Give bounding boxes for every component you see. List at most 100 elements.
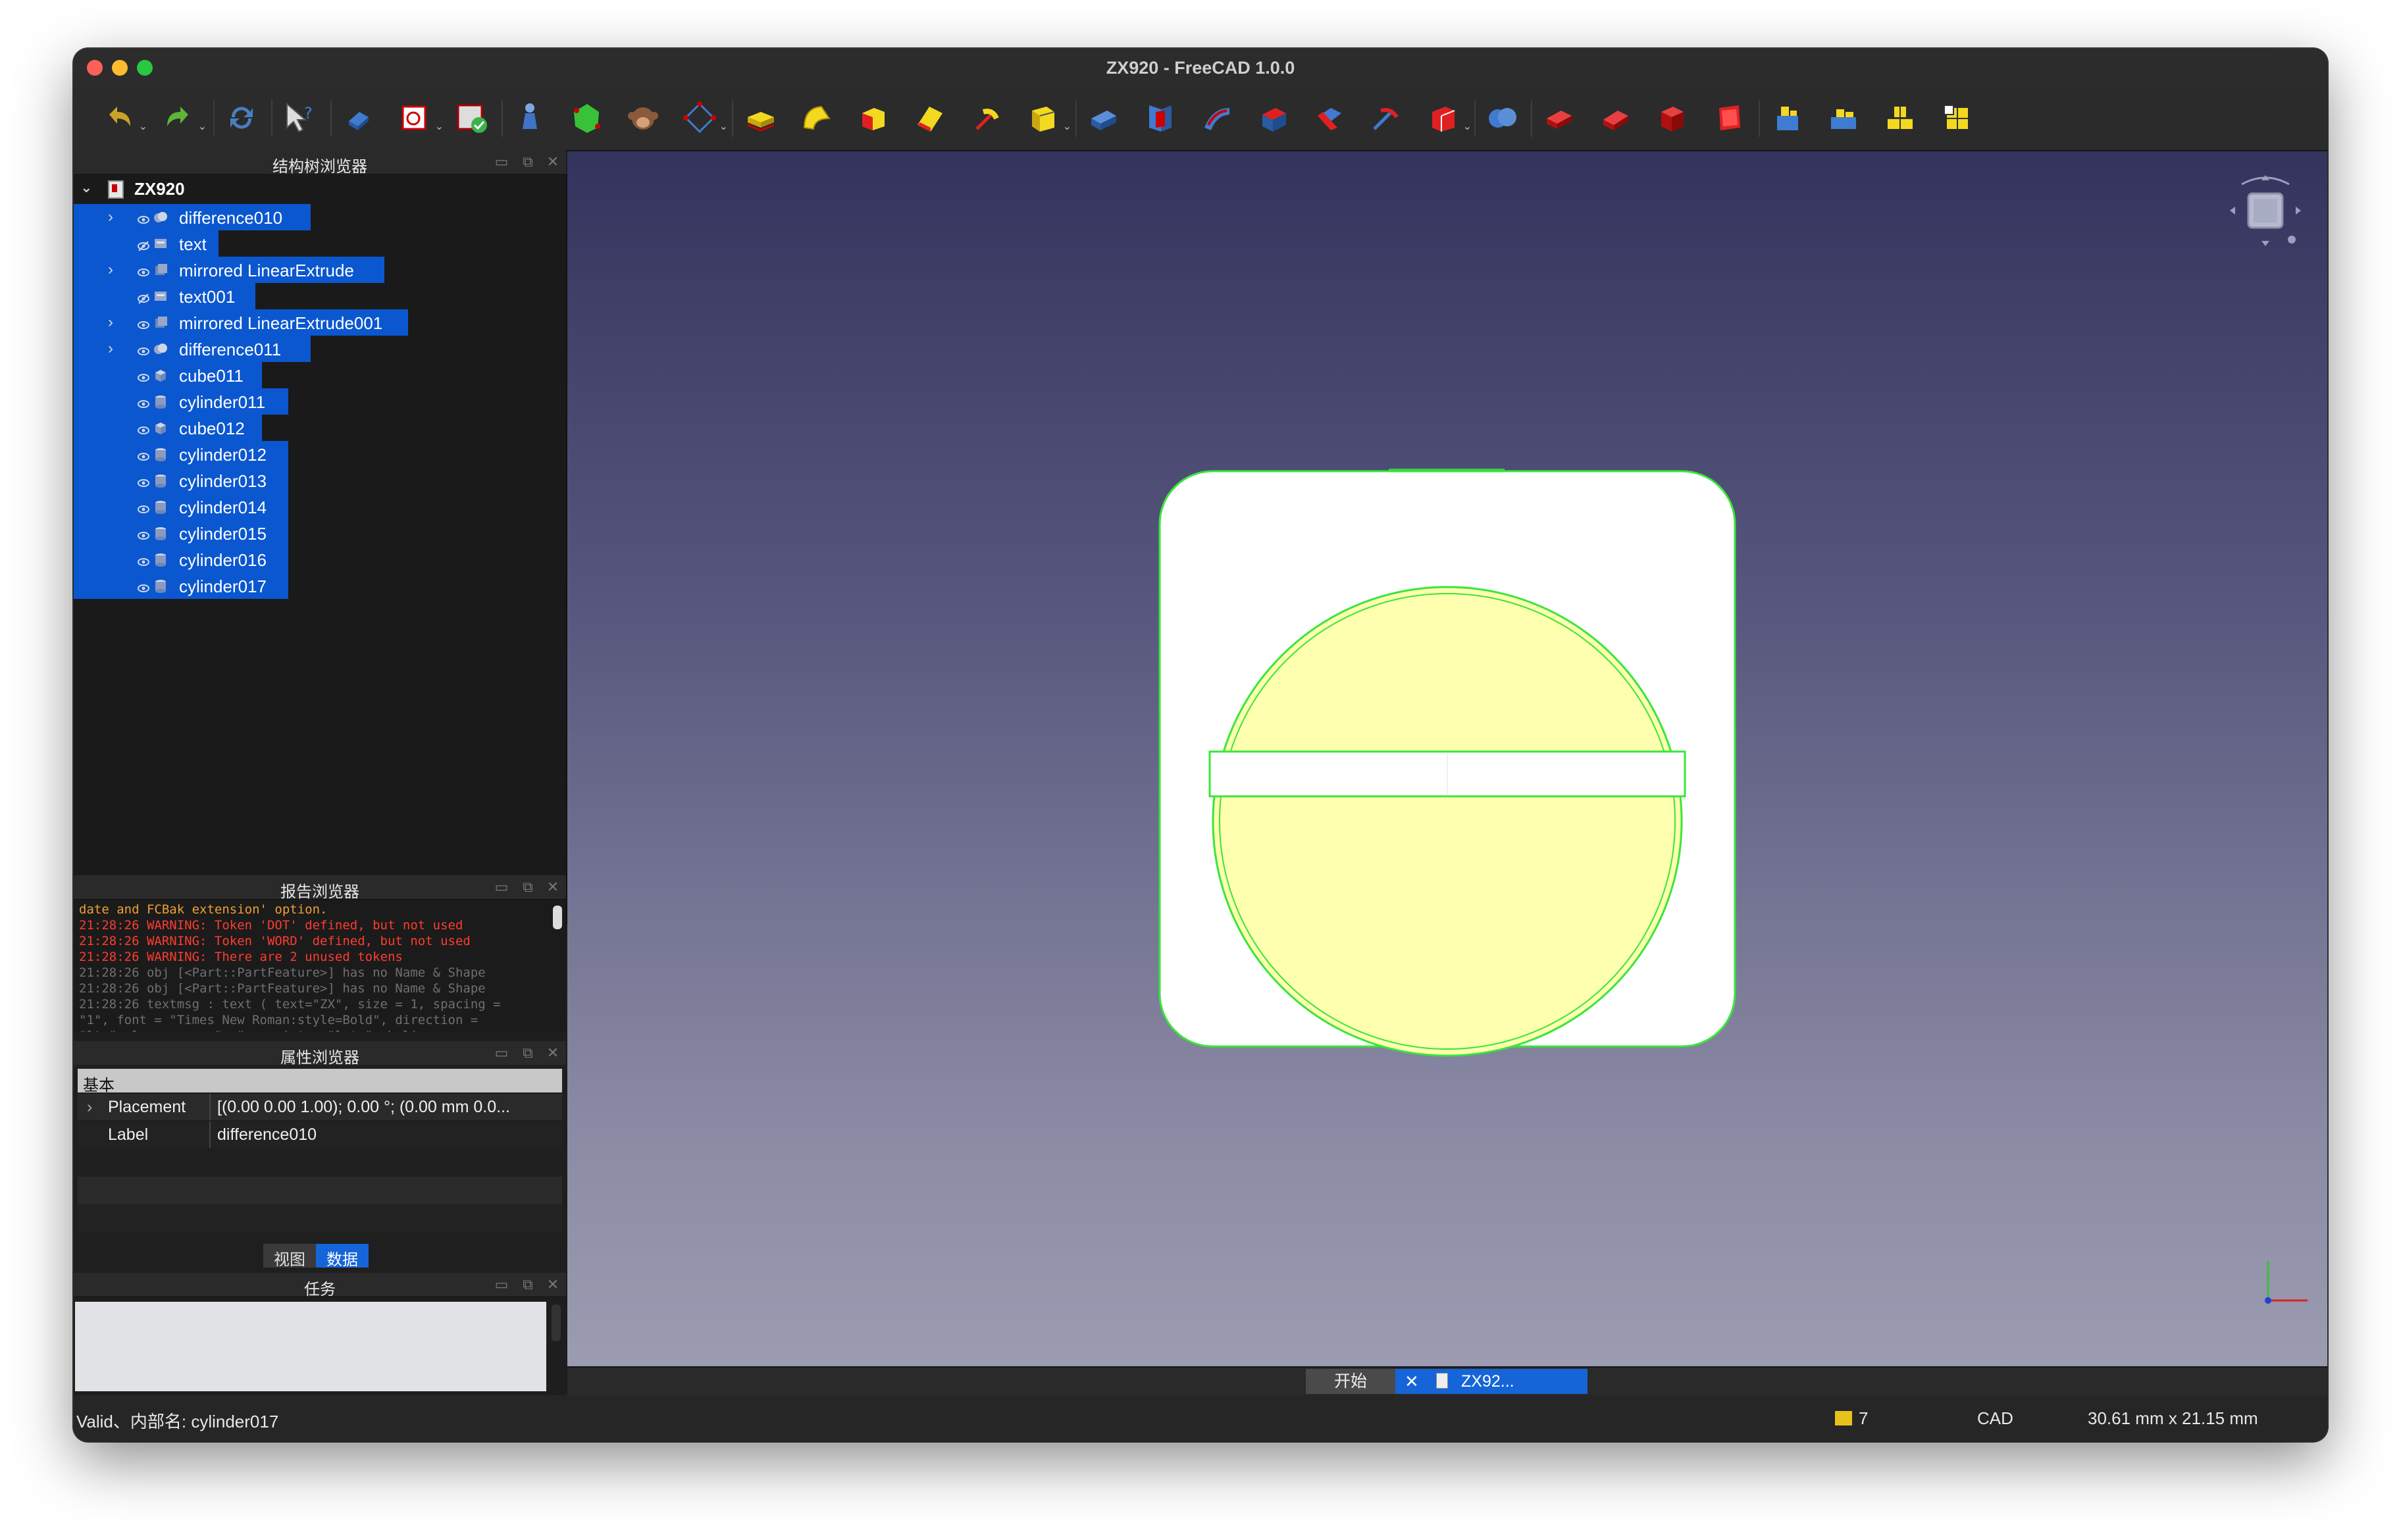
tree-item[interactable]: cube012: [74, 415, 566, 441]
tab-zx920[interactable]: ✕ ZX92...: [1395, 1369, 1588, 1394]
task-scrollbar[interactable]: [552, 1304, 561, 1341]
report-scrollbar[interactable]: [553, 906, 562, 929]
navigation-style[interactable]: CAD: [1977, 1408, 2013, 1429]
visibility-eye-icon[interactable]: [137, 553, 150, 566]
property-row-label[interactable]: Label difference010: [78, 1121, 562, 1148]
shape-builder-icon[interactable]: [567, 99, 606, 137]
expand-chevron-icon[interactable]: ›: [108, 340, 113, 358]
property-value[interactable]: [(0.00 0.00 1.00); 0.00 °; (0.00 mm 0.0.…: [217, 1098, 510, 1117]
make-face-icon[interactable]: ⌄: [1024, 99, 1071, 137]
cross-sections-icon[interactable]: [1311, 99, 1349, 137]
monkey-icon[interactable]: [624, 99, 662, 137]
panel-close-icon[interactable]: ✕: [545, 1277, 561, 1293]
tab-data[interactable]: 数据: [316, 1244, 369, 1269]
visibility-eye-icon[interactable]: [137, 342, 150, 355]
tree-item[interactable]: cylinder017: [74, 573, 566, 599]
panel-restore-icon[interactable]: ⧉: [520, 879, 536, 895]
panel-float-icon[interactable]: ▭: [494, 154, 509, 170]
report-view[interactable]: date and FCBak extension' option. 21:28:2…: [74, 900, 566, 1032]
boolean-icon[interactable]: [1484, 99, 1522, 137]
tree-root-document[interactable]: ⌄ ZX920: [74, 178, 566, 201]
panel-float-icon[interactable]: ▭: [494, 1277, 509, 1293]
offset-icon[interactable]: [1368, 99, 1406, 137]
property-group-header[interactable]: 基本: [78, 1069, 562, 1094]
panel-close-icon[interactable]: ✕: [545, 879, 561, 895]
chamfer-icon[interactable]: [968, 99, 1006, 137]
tree-item[interactable]: text: [74, 230, 566, 257]
visibility-eye-icon[interactable]: [137, 263, 150, 276]
attachment-icon[interactable]: [1938, 99, 1976, 137]
expand-chevron-icon[interactable]: ›: [87, 1098, 92, 1117]
expand-chevron-icon[interactable]: ›: [108, 313, 113, 332]
expand-chevron-icon[interactable]: ›: [108, 261, 113, 279]
visibility-eye-icon[interactable]: [137, 526, 150, 540]
revolve-icon[interactable]: [798, 99, 836, 137]
visibility-eye-icon[interactable]: [137, 369, 150, 382]
part-workbench-icon[interactable]: [340, 99, 378, 137]
tree-item[interactable]: › mirrored LinearExtrude: [74, 257, 566, 283]
tree-item[interactable]: › difference011: [74, 336, 566, 362]
primitives-icon[interactable]: ⌄: [681, 99, 728, 137]
fuse-icon[interactable]: [1597, 99, 1635, 137]
3d-viewport[interactable]: [567, 151, 2327, 1366]
undo-icon[interactable]: ⌄: [100, 99, 147, 137]
panel-float-icon[interactable]: ▭: [494, 1045, 509, 1061]
panel-restore-icon[interactable]: ⧉: [520, 154, 536, 170]
tree-item[interactable]: text001: [74, 283, 566, 309]
visibility-eye-icon[interactable]: [137, 211, 150, 224]
sweep-icon[interactable]: [1198, 99, 1236, 137]
visibility-eye-icon[interactable]: [137, 579, 150, 592]
hidden-eye-icon[interactable]: [137, 237, 150, 251]
compound-icon[interactable]: [1881, 99, 1919, 137]
whats-this-icon[interactable]: ?: [280, 99, 319, 137]
loft-icon[interactable]: [1141, 99, 1179, 137]
check-geometry-icon[interactable]: [1768, 99, 1806, 137]
tab-start[interactable]: 开始: [1306, 1369, 1395, 1394]
ruled-surface-icon[interactable]: [1085, 99, 1123, 137]
tree-item[interactable]: › difference010: [74, 204, 566, 230]
navigation-cube[interactable]: [2226, 171, 2305, 250]
mirror-icon[interactable]: [854, 99, 892, 137]
visibility-eye-icon[interactable]: [137, 395, 150, 408]
panel-close-icon[interactable]: ✕: [545, 1045, 561, 1061]
hidden-eye-icon[interactable]: [137, 290, 150, 304]
tab-view[interactable]: 视图: [263, 1244, 316, 1269]
tree-item[interactable]: cylinder016: [74, 546, 566, 573]
visibility-eye-icon[interactable]: [137, 474, 150, 487]
window-title: ZX920 - FreeCAD 1.0.0: [1106, 58, 1295, 78]
collapse-chevron-icon[interactable]: ⌄: [80, 179, 92, 196]
extrude-icon[interactable]: [741, 99, 779, 137]
expand-chevron-icon[interactable]: ›: [108, 208, 113, 226]
tree-item[interactable]: cube011: [74, 362, 566, 388]
common-icon[interactable]: [1653, 99, 1691, 137]
section-boolean-icon[interactable]: [1710, 99, 1748, 137]
defeaturing-icon[interactable]: [1824, 99, 1863, 137]
tree-item[interactable]: cylinder012: [74, 441, 566, 467]
fillet-icon[interactable]: [911, 99, 949, 137]
panel-close-icon[interactable]: ✕: [545, 154, 561, 170]
tree-item[interactable]: cylinder013: [74, 467, 566, 494]
sketch-icon[interactable]: ⌄: [396, 99, 444, 137]
section-icon[interactable]: [1254, 99, 1293, 137]
property-row-placement[interactable]: › Placement [(0.00 0.00 1.00); 0.00 °; (…: [78, 1094, 562, 1120]
tree-item[interactable]: cylinder015: [74, 520, 566, 546]
panel-restore-icon[interactable]: ⧉: [520, 1277, 536, 1293]
redo-icon[interactable]: ⌄: [159, 99, 207, 137]
panel-float-icon[interactable]: ▭: [494, 879, 509, 895]
visibility-eye-icon[interactable]: [137, 421, 150, 434]
task-view[interactable]: [75, 1302, 561, 1391]
thickness-icon[interactable]: ⌄: [1424, 99, 1472, 137]
visibility-eye-icon[interactable]: [137, 448, 150, 461]
tree-item[interactable]: › mirrored LinearExtrude001: [74, 309, 566, 336]
close-tab-icon[interactable]: ✕: [1405, 1372, 1419, 1392]
visibility-eye-icon[interactable]: [137, 500, 150, 513]
tree-item[interactable]: cylinder011: [74, 388, 566, 415]
tree-item[interactable]: cylinder014: [74, 494, 566, 520]
visibility-eye-icon[interactable]: [137, 316, 150, 329]
validate-sketch-icon[interactable]: [453, 99, 491, 137]
panel-restore-icon[interactable]: ⧉: [520, 1045, 536, 1061]
property-value[interactable]: difference010: [217, 1125, 317, 1144]
refresh-icon[interactable]: [222, 99, 261, 137]
cut-icon[interactable]: [1540, 99, 1578, 137]
pawn-icon[interactable]: [511, 99, 549, 137]
